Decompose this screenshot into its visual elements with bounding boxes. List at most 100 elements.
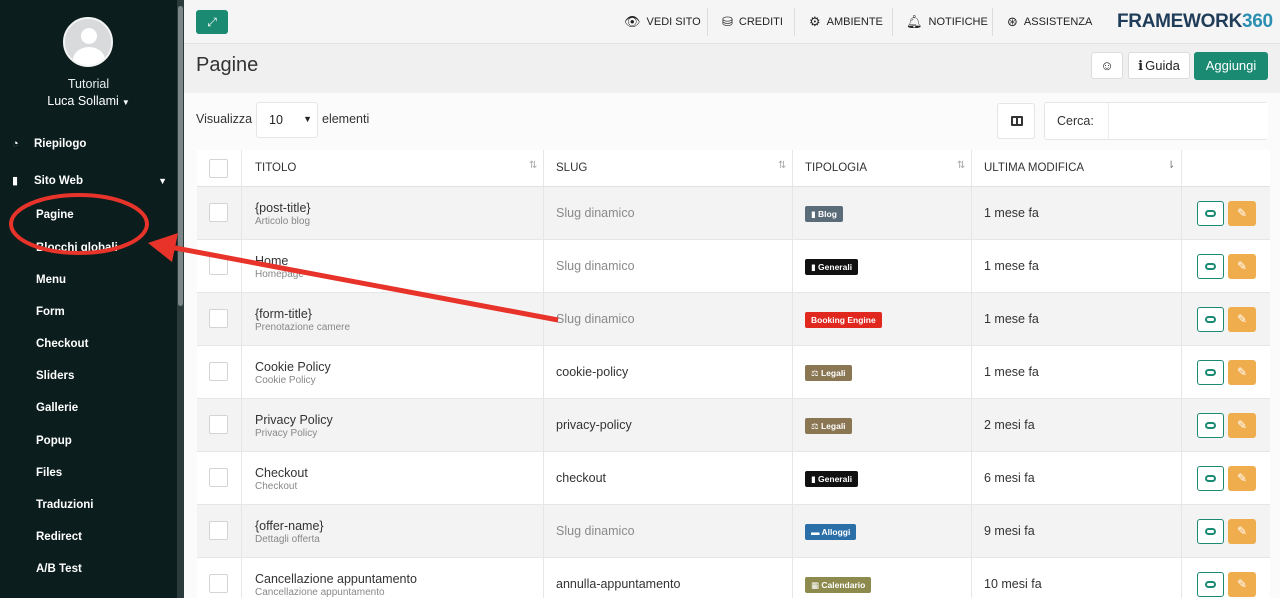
divider bbox=[971, 187, 972, 239]
app-window: Tutorial Luca Sollami ▼ ◔ Riepilogo ▮ Sit… bbox=[0, 0, 1280, 598]
feedback-button[interactable]: ☺ bbox=[1091, 52, 1123, 79]
row-title[interactable]: {offer-name} bbox=[255, 519, 324, 533]
vedi-sito-link[interactable]: 👁 VEDI SITO bbox=[624, 14, 701, 30]
edit-button[interactable]: ✎ bbox=[1228, 254, 1256, 279]
edit-button[interactable]: ✎ bbox=[1228, 413, 1256, 438]
view-link-button[interactable] bbox=[1197, 413, 1224, 438]
view-link-button[interactable] bbox=[1197, 466, 1224, 491]
row-checkbox[interactable] bbox=[209, 415, 228, 434]
select-all-checkbox[interactable] bbox=[209, 159, 228, 178]
sidebar-subitem-gallerie[interactable]: Gallerie bbox=[36, 402, 78, 414]
row-checkbox[interactable] bbox=[209, 468, 228, 487]
sort-desc-icon[interactable]: ⇂ bbox=[1167, 160, 1175, 171]
edit-button[interactable]: ✎ bbox=[1228, 572, 1256, 597]
type-badge: ▦ Calendario bbox=[805, 577, 872, 593]
view-link-button[interactable] bbox=[1197, 519, 1224, 544]
sidebar-subitem-sliders[interactable]: Sliders bbox=[36, 370, 74, 382]
sidebar-subitem-traduzioni[interactable]: Traduzioni bbox=[36, 499, 94, 511]
badge-label: Legali bbox=[820, 421, 846, 431]
column-header-tipologia[interactable]: TIPOLOGIA bbox=[805, 162, 867, 174]
divider bbox=[543, 293, 544, 345]
info-icon: i bbox=[1138, 59, 1144, 74]
sidebar-subitem-menu[interactable]: Menu bbox=[36, 274, 66, 286]
notifiche-link[interactable]: 🔔︎ NOTIFICHE bbox=[906, 14, 988, 30]
sidebar-subitem-a-b-test[interactable]: A/B Test bbox=[36, 563, 82, 575]
guida-button[interactable]: i Guida bbox=[1128, 52, 1190, 79]
sidebar-subitem-files[interactable]: Files bbox=[36, 467, 62, 479]
column-header-ultima-modifica[interactable]: ULTIMA MODIFICA bbox=[984, 162, 1084, 174]
row-title[interactable]: Cancellazione appuntamento bbox=[255, 572, 417, 586]
link-icon bbox=[1205, 316, 1216, 323]
divider bbox=[543, 399, 544, 451]
column-header-slug[interactable]: SLUG bbox=[556, 162, 587, 174]
sidebar-scrollbar[interactable] bbox=[177, 0, 184, 598]
sidebar-subitem-blocchi-globali[interactable]: Blocchi globali bbox=[36, 242, 118, 254]
row-checkbox[interactable] bbox=[209, 574, 228, 593]
column-visibility-button[interactable] bbox=[997, 103, 1035, 139]
page-size-value: 10 bbox=[269, 113, 283, 127]
row-title[interactable]: Cookie Policy bbox=[255, 360, 331, 374]
badge-icon: ⚖ bbox=[811, 421, 821, 431]
expand-button[interactable]: ⤢ bbox=[196, 10, 228, 34]
type-badge: Booking Engine bbox=[805, 312, 882, 328]
sidebar-subitem-pagine[interactable]: Pagine bbox=[36, 209, 74, 221]
sidebar-item-sito-web[interactable]: ▮ Sito Web ▼ bbox=[12, 174, 167, 188]
scrollbar-thumb[interactable] bbox=[178, 6, 183, 306]
divider bbox=[971, 293, 972, 345]
ambiente-link[interactable]: ⚙ AMBIENTE bbox=[809, 14, 883, 30]
sort-icon[interactable]: ⇅ bbox=[778, 160, 786, 171]
row-slug: privacy-policy bbox=[556, 418, 632, 432]
edit-button[interactable]: ✎ bbox=[1228, 201, 1256, 226]
row-title[interactable]: Checkout bbox=[255, 466, 308, 480]
row-subtitle: Cookie Policy bbox=[255, 375, 316, 386]
sidebar-subitem-checkout[interactable]: Checkout bbox=[36, 338, 88, 350]
row-checkbox[interactable] bbox=[209, 203, 228, 222]
edit-button[interactable]: ✎ bbox=[1228, 466, 1256, 491]
view-link-button[interactable] bbox=[1197, 572, 1224, 597]
row-slug: cookie-policy bbox=[556, 365, 629, 379]
view-link-button[interactable] bbox=[1197, 307, 1224, 332]
assistenza-link[interactable]: ⊛ ASSISTENZA bbox=[1007, 14, 1092, 30]
link-icon bbox=[1205, 369, 1216, 376]
view-link-button[interactable] bbox=[1197, 254, 1224, 279]
sort-icon[interactable]: ⇅ bbox=[957, 160, 965, 171]
sidebar-subitem-redirect[interactable]: Redirect bbox=[36, 531, 82, 543]
column-header-titolo[interactable]: TITOLO bbox=[255, 162, 296, 174]
user-organization: Tutorial bbox=[67, 77, 110, 91]
edit-button[interactable]: ✎ bbox=[1228, 307, 1256, 332]
divider bbox=[707, 8, 708, 36]
search-input[interactable] bbox=[1108, 103, 1268, 139]
crediti-link[interactable]: ⛁ CREDITI bbox=[722, 14, 783, 30]
bell-icon: 🔔︎ bbox=[906, 14, 923, 29]
row-title[interactable]: Privacy Policy bbox=[255, 413, 333, 427]
sort-icon[interactable]: ⇅ bbox=[529, 160, 537, 171]
row-checkbox[interactable] bbox=[209, 309, 228, 328]
row-title[interactable]: {post-title} bbox=[255, 201, 311, 215]
divider bbox=[241, 399, 242, 451]
row-title[interactable]: {form-title} bbox=[255, 307, 312, 321]
user-menu[interactable]: Luca Sollami ▼ bbox=[0, 94, 177, 108]
row-title[interactable]: Home bbox=[255, 254, 288, 268]
sidebar-subitem-popup[interactable]: Popup bbox=[36, 435, 72, 447]
assistenza-label: ASSISTENZA bbox=[1023, 16, 1093, 28]
badge-icon: ⚖ bbox=[811, 368, 821, 378]
row-checkbox[interactable] bbox=[209, 362, 228, 381]
view-link-button[interactable] bbox=[1197, 360, 1224, 385]
edit-button[interactable]: ✎ bbox=[1228, 519, 1256, 544]
divider bbox=[241, 558, 242, 598]
brand-logo[interactable]: FRAMEWORK360 bbox=[1117, 11, 1273, 33]
row-checkbox[interactable] bbox=[209, 256, 228, 275]
badge-label: Booking Engine bbox=[811, 315, 876, 325]
row-checkbox[interactable] bbox=[209, 521, 228, 540]
sidebar-item-riepilogo[interactable]: ◔ Riepilogo bbox=[12, 138, 86, 150]
avatar-head bbox=[81, 28, 97, 44]
sidebar-subitem-form[interactable]: Form bbox=[36, 306, 65, 318]
avatar-body bbox=[73, 47, 105, 65]
edit-button[interactable]: ✎ bbox=[1228, 360, 1256, 385]
avatar[interactable] bbox=[63, 17, 113, 67]
add-button[interactable]: Aggiungi bbox=[1194, 52, 1268, 80]
page-size-select[interactable]: 10 ▼ bbox=[256, 102, 318, 138]
divider bbox=[1181, 240, 1182, 292]
vedi-sito-label: VEDI SITO bbox=[646, 16, 701, 28]
view-link-button[interactable] bbox=[1197, 201, 1224, 226]
